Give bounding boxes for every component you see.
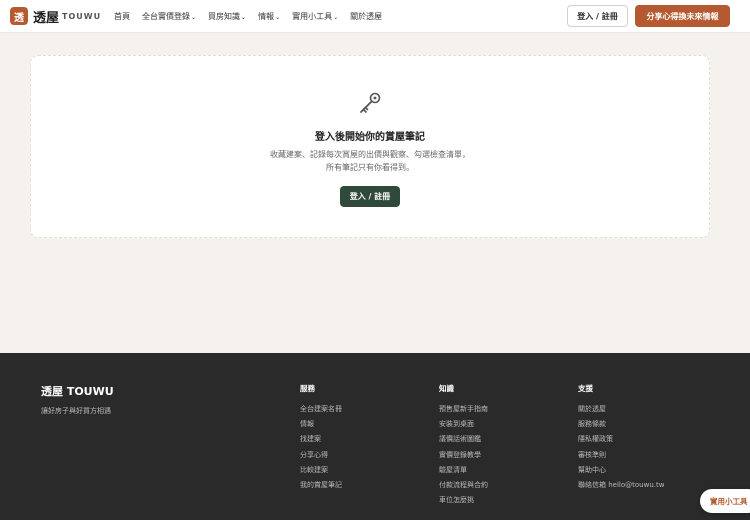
- footer-link[interactable]: 聯絡信箱 hello@touwu.tw: [578, 480, 664, 495]
- footer-link[interactable]: 安裝到桌面: [439, 419, 488, 434]
- footer-link[interactable]: 情報: [300, 419, 342, 434]
- footer-link[interactable]: 關於透屋: [578, 404, 664, 419]
- chevron-down-icon: ⌄: [333, 14, 339, 21]
- floating-tools-button[interactable]: 實用小工具: [700, 489, 750, 513]
- nav-item-home[interactable]: 首頁: [114, 11, 130, 22]
- footer-link[interactable]: 付款流程與合約: [439, 480, 488, 495]
- footer-column-services: 服務 全台建案名冊 情報 找建案 分享心得 比較建案 我的賞屋筆記: [300, 383, 342, 495]
- footer-link[interactable]: 服務條款: [578, 419, 664, 434]
- card-description: 收藏建案、記錄每次賞屋的出價與觀察、勾選檢查清單，: [270, 150, 470, 159]
- footer-link[interactable]: 我的賞屋筆記: [300, 480, 342, 495]
- footer-link[interactable]: 車位怎麼挑: [439, 495, 488, 510]
- nav-item-knowledge[interactable]: 買房知識⌄: [208, 11, 246, 22]
- logo-badge[interactable]: 透: [10, 7, 28, 25]
- footer-tagline: 讓好房子與好買方相遇: [41, 407, 111, 415]
- footer-column-title: 服務: [300, 384, 315, 393]
- site-footer: 透屋 TOUWU 讓好房子與好買方相遇 服務 全台建案名冊 情報 找建案 分享心…: [0, 353, 750, 520]
- footer-link[interactable]: 比較建案: [300, 465, 342, 480]
- footer-link[interactable]: 審核準則: [578, 450, 664, 465]
- share-experience-button[interactable]: 分享心得換未來情報: [635, 5, 730, 27]
- main-nav: 首頁 全台實價登錄⌄ 買房知識⌄ 情報⌄ 實用小工具⌄ 關於透屋: [114, 11, 394, 22]
- footer-link[interactable]: 預售屋新手指南: [439, 404, 488, 419]
- card-description-line2: 所有筆記只有你看得到。: [326, 163, 414, 172]
- footer-link[interactable]: 驗屋清單: [439, 465, 488, 480]
- chevron-down-icon: ⌄: [191, 14, 197, 21]
- chevron-down-icon: ⌄: [241, 14, 247, 21]
- chevron-down-icon: ⌄: [275, 14, 281, 21]
- header-login-button[interactable]: 登入 / 註冊: [567, 5, 628, 27]
- footer-column-title: 支援: [578, 384, 593, 393]
- footer-brand: 透屋 TOUWU: [41, 385, 114, 398]
- footer-link[interactable]: 分享心得: [300, 450, 342, 465]
- login-prompt-card: [30, 55, 710, 238]
- nav-item-about[interactable]: 關於透屋: [350, 11, 382, 22]
- footer-link[interactable]: 實價登錄教學: [439, 450, 488, 465]
- top-header: 透 透屋 TOUWU 首頁 全台實價登錄⌄ 買房知識⌄ 情報⌄ 實用小工具⌄ 關…: [0, 0, 750, 33]
- footer-column-support: 支援 關於透屋 服務條款 隱私權政策 審核準則 幫助中心 聯絡信箱 hello@…: [578, 383, 664, 495]
- footer-link[interactable]: 全台建案名冊: [300, 404, 342, 419]
- nav-item-intel[interactable]: 情報⌄: [258, 11, 280, 22]
- nav-item-transactions[interactable]: 全台實價登錄⌄: [142, 11, 196, 22]
- brand-name-en: TOUWU: [62, 12, 102, 21]
- card-title: 登入後開始你的賞屋筆記: [315, 132, 425, 143]
- footer-link[interactable]: 幫助中心: [578, 465, 664, 480]
- footer-link[interactable]: 隱私權政策: [578, 434, 664, 449]
- nav-item-tools[interactable]: 實用小工具⌄: [292, 11, 338, 22]
- footer-link[interactable]: 議價話術圖鑑: [439, 434, 488, 449]
- footer-column-title: 知識: [439, 384, 454, 393]
- footer-column-knowledge: 知識 預售屋新手指南 安裝到桌面 議價話術圖鑑 實價登錄教學 驗屋清單 付款流程…: [439, 383, 488, 510]
- login-button[interactable]: 登入 / 註冊: [340, 186, 400, 207]
- footer-link[interactable]: 找建案: [300, 434, 342, 449]
- brand-name[interactable]: 透屋: [33, 7, 59, 26]
- key-icon: [360, 92, 381, 113]
